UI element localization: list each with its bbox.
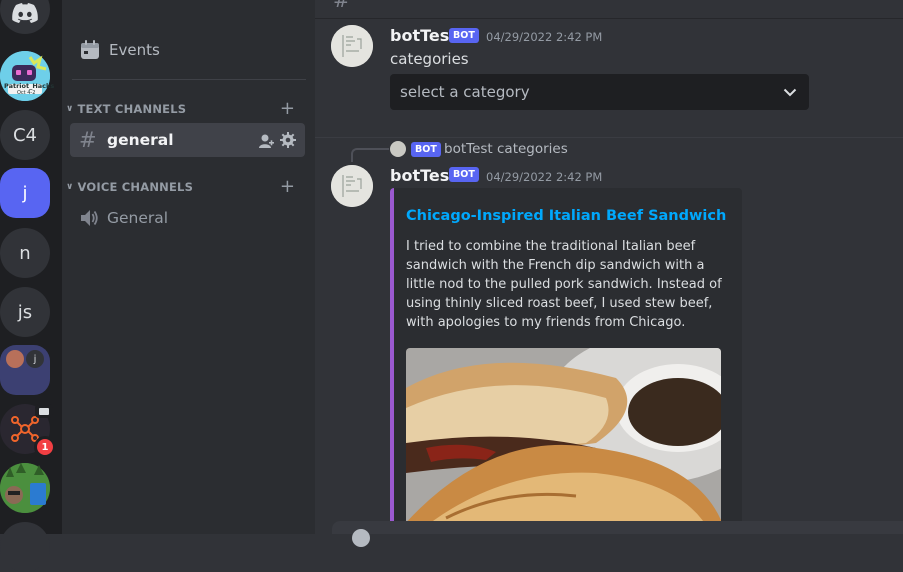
bot-badge: BOT <box>449 28 479 43</box>
discord-home-button[interactable] <box>0 0 50 34</box>
create-voice-channel-icon[interactable]: + <box>280 176 295 197</box>
events-item[interactable]: Events <box>70 34 305 66</box>
channel-voice-general[interactable]: General <box>70 201 305 235</box>
reply-avatar-icon[interactable] <box>390 141 406 157</box>
server-header-divider <box>62 0 315 4</box>
calendar-icon <box>81 40 99 59</box>
screen-share-icon <box>35 404 53 418</box>
message-timestamp: 04/29/2022 2:42 PM <box>486 170 603 184</box>
bot-avatar-icon <box>331 25 373 67</box>
sidebar-divider <box>72 79 306 80</box>
speaker-icon <box>81 210 98 226</box>
invite-user-icon[interactable] <box>258 133 274 149</box>
reply-text[interactable]: categories <box>497 141 568 157</box>
embed-title-link[interactable]: Chicago-Inspired Italian Beef Sandwich <box>406 208 726 224</box>
bot-avatar[interactable] <box>331 165 373 207</box>
message-composer[interactable] <box>332 521 903 547</box>
message-content: categories <box>390 50 469 68</box>
text-channels-category[interactable]: ∨ TEXT CHANNELS <box>66 102 186 116</box>
channel-general-label: general <box>107 131 174 149</box>
message-author[interactable]: botTest <box>390 26 457 45</box>
folder-letter-icon: j <box>26 350 44 368</box>
bot-avatar[interactable] <box>331 25 373 67</box>
hashtag-icon: # <box>79 128 97 152</box>
embed-image[interactable] <box>406 348 721 534</box>
server-n-label: n <box>19 242 31 264</box>
recipe-embed: Chicago-Inspired Italian Beef Sandwich I… <box>390 188 742 534</box>
discord-logo-icon <box>12 3 38 23</box>
reply-author[interactable]: botTest <box>444 141 493 157</box>
server-patriot-hacks[interactable]: Patriot_Hacks Oct 4-2 <box>0 51 54 101</box>
create-text-channel-icon[interactable]: + <box>280 98 295 119</box>
header-hashtag-icon: # <box>333 0 350 12</box>
gear-icon[interactable] <box>280 132 296 148</box>
chevron-down-icon: ∨ <box>66 104 74 114</box>
channel-header: # <box>315 0 903 19</box>
category-select[interactable]: select a category <box>390 74 809 110</box>
server-c4-label: C4 <box>12 124 38 146</box>
server-j-label: j <box>22 182 28 204</box>
channel-sidebar: Events ∨ TEXT CHANNELS + # general ∨ VOI… <box>62 0 315 534</box>
embed-description: I tried to combine the traditional Itali… <box>406 239 722 330</box>
voice-channels-label: VOICE CHANNELS <box>77 180 194 194</box>
server-rail: Patriot_Hacks Oct 4-2 C4 j n js j 1 <box>0 0 62 572</box>
server-c4[interactable]: C4 <box>0 110 50 160</box>
server-network[interactable]: 1 <box>0 404 56 458</box>
chat-area: # botTest BOT 04/29/2022 2:42 PM categor… <box>315 0 903 547</box>
channel-general[interactable]: # general <box>70 123 305 157</box>
chevron-down-icon <box>783 88 797 97</box>
sandwich-photo-icon <box>406 348 721 534</box>
patriot-caption-date: Oct 4-2 <box>17 90 36 96</box>
server-js-label: js <box>17 301 33 323</box>
text-channels-label: TEXT CHANNELS <box>77 102 187 116</box>
message-timestamp: 04/29/2022 2:42 PM <box>486 30 603 44</box>
voice-channels-category[interactable]: ∨ VOICE CHANNELS <box>66 180 193 194</box>
server-js[interactable]: js <box>0 287 50 337</box>
reply-line <box>351 148 389 162</box>
server-folder[interactable]: j <box>0 345 50 395</box>
mention-badge: 1 <box>34 436 56 458</box>
channel-voice-general-label: General <box>107 209 169 227</box>
forest-server-icon <box>0 463 50 513</box>
folder-avatar-icon <box>6 350 24 368</box>
events-label: Events <box>109 41 160 59</box>
server-n[interactable]: n <box>0 228 50 278</box>
server-forest[interactable] <box>0 463 50 513</box>
select-placeholder: select a category <box>400 83 530 101</box>
server-j-selected[interactable]: j <box>0 168 50 218</box>
bot-avatar-icon <box>331 165 373 207</box>
bot-badge: BOT <box>449 167 479 182</box>
reply-bot-badge: BOT <box>411 142 441 157</box>
patriot-caption: Patriot_Hacks <box>4 82 55 90</box>
message-author[interactable]: botTest <box>390 166 457 185</box>
chevron-down-icon: ∨ <box>66 182 74 192</box>
server-partial[interactable] <box>0 522 50 572</box>
message-divider <box>315 137 903 138</box>
add-attachment-icon[interactable] <box>352 529 370 547</box>
